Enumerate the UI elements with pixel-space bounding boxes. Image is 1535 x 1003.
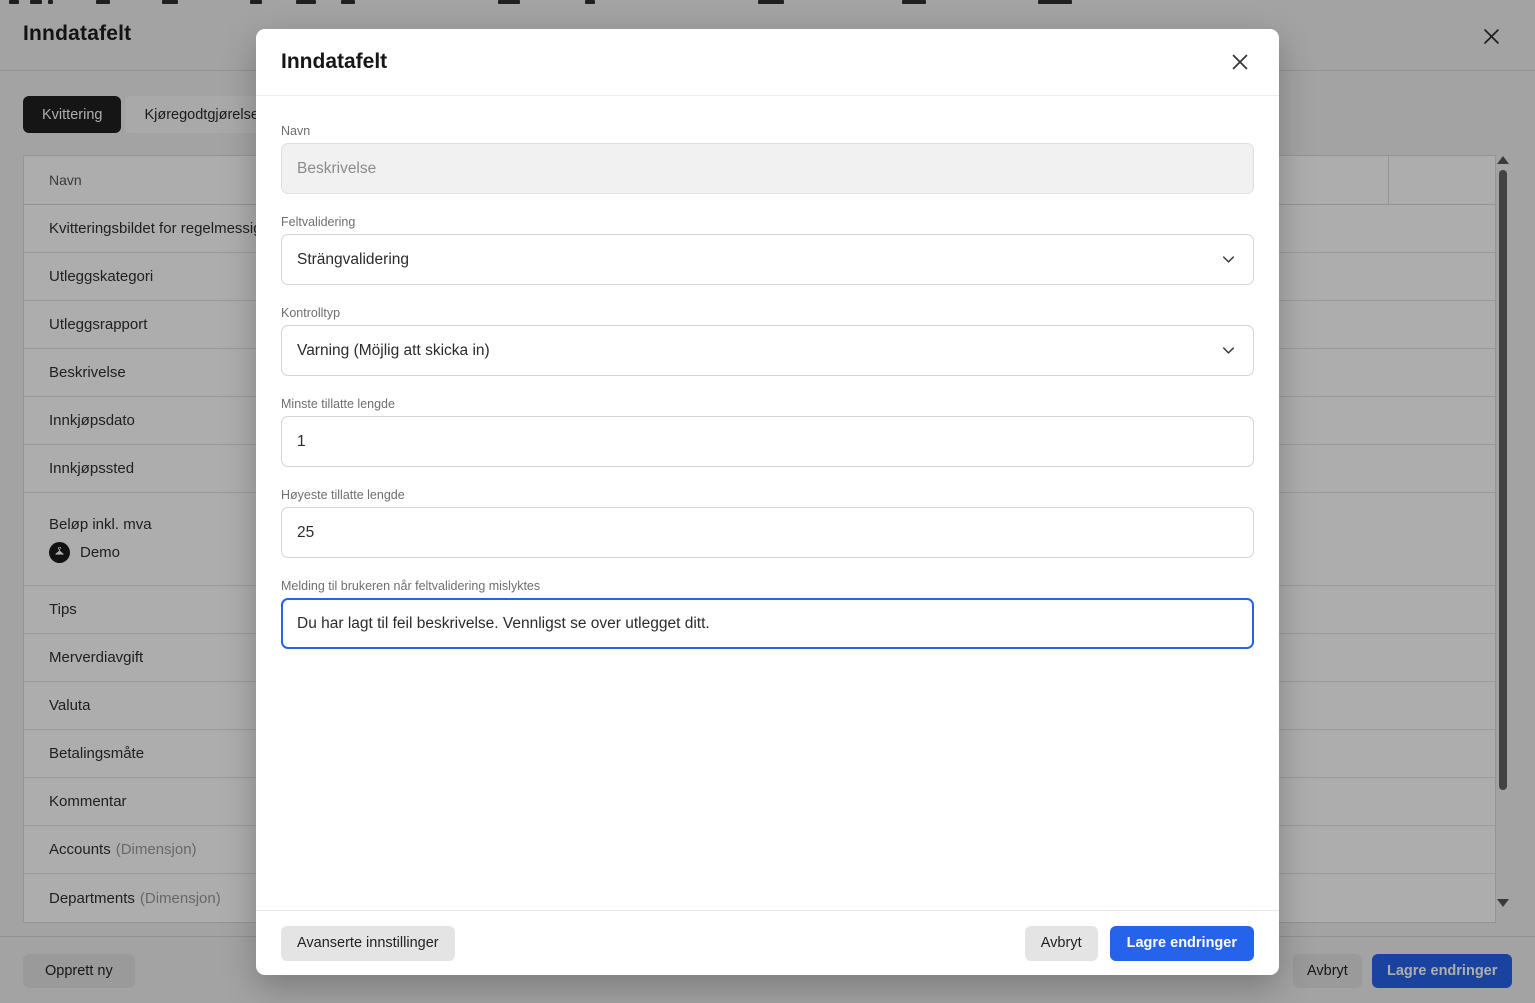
chevron-down-icon [1219,341,1238,360]
control-type-select[interactable]: Varning (Möjlig att skicka in) [281,325,1254,376]
message-input[interactable] [281,598,1254,649]
field-max-length: Høyeste tillatte lengde [281,488,1254,558]
field-label: Feltvalidering [281,215,1254,229]
field-control-type: Kontrolltyp Varning (Möjlig att skicka i… [281,306,1254,376]
close-icon [1231,53,1249,71]
field-min-length: Minste tillatte lengde [281,397,1254,467]
advanced-settings-button[interactable]: Avanserte innstillinger [281,926,455,961]
field-label: Kontrolltyp [281,306,1254,320]
selected-value: Strängvalidering [297,251,409,269]
field-validation: Feltvalidering Strängvalidering [281,215,1254,285]
field-message: Melding til brukeren når feltvalidering … [281,579,1254,649]
selected-value: Varning (Möjlig att skicka in) [297,342,490,360]
field-label: Høyeste tillatte lengde [281,488,1254,502]
name-input [281,143,1254,194]
inndatafelt-modal: Inndatafelt Navn Feltvalidering Strängva… [256,29,1279,975]
modal-footer: Avanserte innstillinger Avbryt Lagre end… [256,910,1279,975]
field-label: Minste tillatte lengde [281,397,1254,411]
modal-body: Navn Feltvalidering Strängvalidering Kon… [256,96,1279,910]
min-length-input[interactable] [281,416,1254,467]
modal-cancel-button[interactable]: Avbryt [1025,926,1098,961]
field-label: Melding til brukeren når feltvalidering … [281,579,1254,593]
field-label: Navn [281,124,1254,138]
modal-header: Inndatafelt [256,29,1279,96]
validation-select[interactable]: Strängvalidering [281,234,1254,285]
modal-save-button[interactable]: Lagre endringer [1110,926,1254,961]
modal-title: Inndatafelt [281,50,387,74]
modal-close-button[interactable] [1226,48,1254,76]
field-name: Navn [281,124,1254,194]
chevron-down-icon [1219,250,1238,269]
max-length-input[interactable] [281,507,1254,558]
